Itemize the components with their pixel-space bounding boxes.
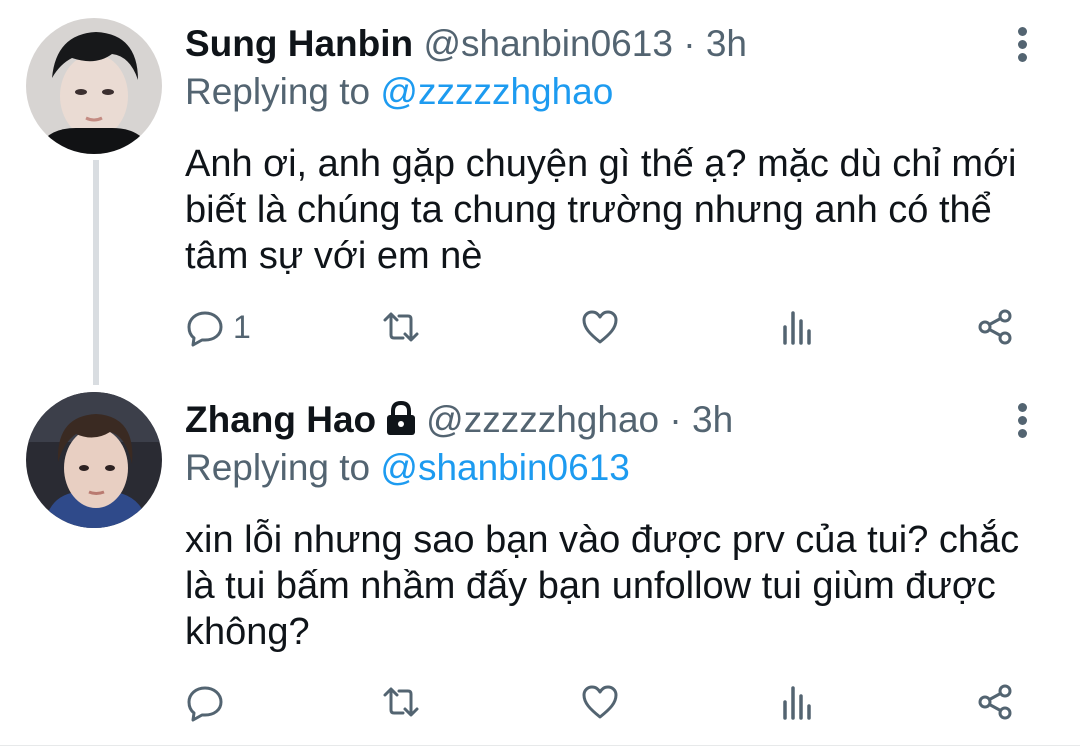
avatar-photo-icon: [26, 18, 162, 154]
avatar-photo-icon: [26, 392, 162, 528]
author-handle[interactable]: @shanbin0613: [423, 23, 672, 64]
retweet-button[interactable]: [381, 304, 429, 350]
replying-to-label: Replying to: [185, 447, 371, 488]
lock-icon: [387, 400, 416, 435]
reply-mention-link[interactable]: @shanbin0613: [380, 447, 629, 488]
retweet-icon: [383, 312, 419, 342]
thread-connector-line: [93, 160, 99, 385]
share-button[interactable]: [975, 304, 1015, 350]
separator: ·: [669, 399, 682, 440]
like-button[interactable]: [580, 304, 628, 350]
tweet-2[interactable]: Zhang Hao @zzzzzhghao · 3h Replying to @s…: [0, 385, 1080, 745]
tweet-content: Sung Hanbin @shanbin0613 · 3h Replying t…: [185, 19, 1060, 279]
reply-button[interactable]: 1: [185, 304, 251, 350]
divider: [0, 745, 1080, 746]
avatar[interactable]: [26, 18, 162, 154]
author-name[interactable]: Zhang Hao: [185, 399, 376, 440]
analytics-button[interactable]: [777, 679, 817, 725]
timestamp[interactable]: 3h: [692, 399, 733, 440]
more-options-icon[interactable]: [1016, 403, 1028, 441]
tweet-text: xin lỗi nhưng sao bạn vào được prv của t…: [185, 519, 1020, 653]
retweet-icon: [383, 687, 419, 717]
reply-icon: [187, 311, 223, 347]
tweet-actions: 1: [185, 304, 1025, 350]
share-icon: [978, 309, 1012, 345]
tweet-actions: [185, 679, 1025, 725]
reply-count: 1: [233, 308, 251, 345]
reply-button[interactable]: [185, 679, 233, 725]
avatar[interactable]: [26, 392, 162, 528]
tweet-content: Zhang Hao @zzzzzhghao · 3h Replying to @s…: [185, 395, 1060, 655]
share-button[interactable]: [975, 679, 1015, 725]
tweet-text: Anh ơi, anh gặp chuyện gì thế ạ? mặc dù …: [185, 143, 1017, 277]
tweet-header: Zhang Hao @zzzzzhghao · 3h: [185, 395, 1060, 445]
replying-to: Replying to @shanbin0613: [185, 445, 1060, 491]
separator: ·: [683, 23, 696, 64]
share-icon: [978, 684, 1012, 720]
like-icon: [582, 685, 618, 719]
like-icon: [582, 310, 618, 344]
analytics-icon: [783, 311, 811, 345]
retweet-button[interactable]: [381, 679, 429, 725]
more-options-icon[interactable]: [1016, 27, 1028, 65]
like-button[interactable]: [580, 679, 628, 725]
reply-icon: [187, 686, 223, 722]
replying-to: Replying to @zzzzzhghao: [185, 69, 1060, 115]
tweet-header: Sung Hanbin @shanbin0613 · 3h: [185, 19, 1060, 69]
reply-mention-link[interactable]: @zzzzzhghao: [380, 71, 613, 112]
timestamp[interactable]: 3h: [706, 23, 747, 64]
author-name[interactable]: Sung Hanbin: [185, 23, 413, 64]
replying-to-label: Replying to: [185, 71, 371, 112]
analytics-button[interactable]: [777, 304, 817, 350]
analytics-icon: [783, 686, 811, 720]
tweet-1[interactable]: Sung Hanbin @shanbin0613 · 3h Replying t…: [0, 0, 1080, 385]
author-handle[interactable]: @zzzzzhghao: [426, 399, 659, 440]
